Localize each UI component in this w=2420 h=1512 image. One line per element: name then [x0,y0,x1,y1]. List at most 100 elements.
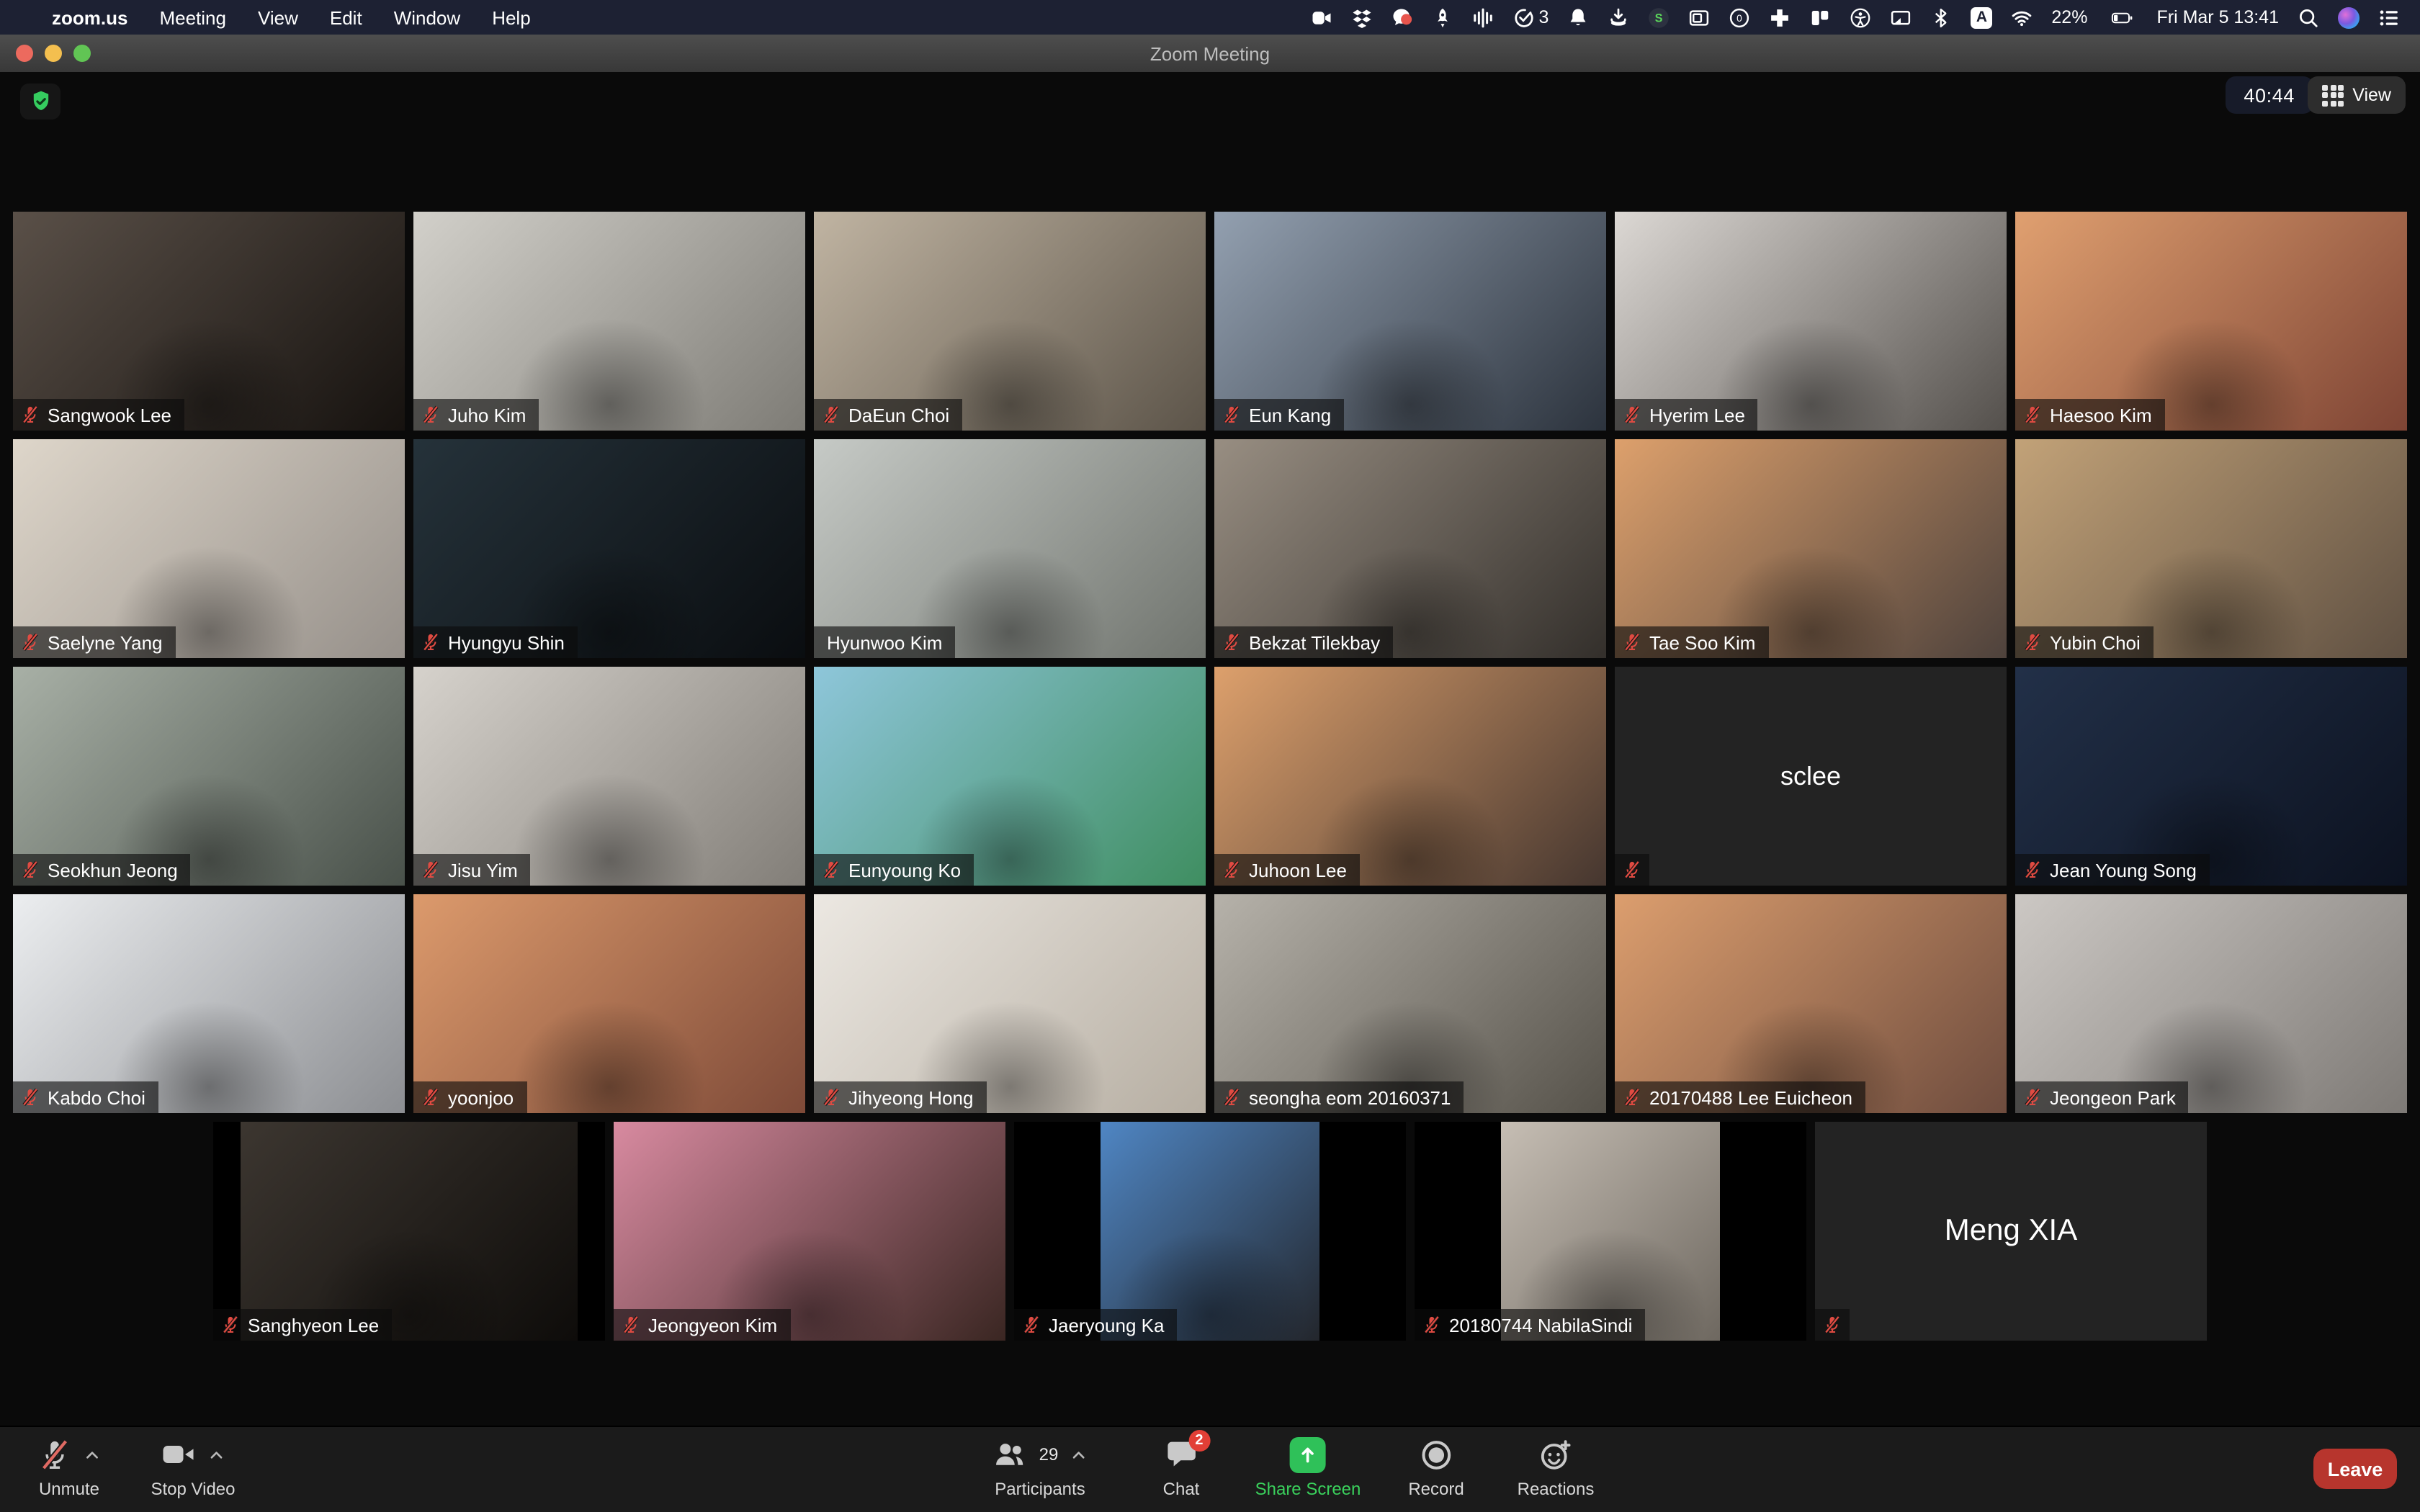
chat-notification-icon[interactable] [1392,6,1414,28]
participant-tile[interactable]: Seokhun Jeong [13,667,405,886]
shottr-icon[interactable]: S [1648,6,1670,28]
participant-name: Jeongyeon Kim [648,1314,777,1336]
participant-name: Eunyoung Ko [848,859,961,881]
dropbox-icon[interactable] [1352,6,1373,28]
participant-tile[interactable]: yoonjoo [413,894,805,1113]
menu-bar-left: zoom.us Meeting View Edit Window Help [20,6,531,28]
participant-tile[interactable]: Jeongeon Park [2015,894,2407,1113]
participant-tile[interactable]: Jihyeong Hong [814,894,1206,1113]
record-button[interactable]: Record [1408,1436,1464,1499]
muted-mic-icon [1622,405,1642,425]
audio-levels-icon[interactable] [1473,6,1494,28]
participant-tile[interactable]: Jean Young Song [2015,667,2407,886]
spotlight-icon[interactable] [2298,6,2319,28]
participant-name-pill: Haesoo Kim [2015,399,2165,431]
participant-name: Bekzat Tilekbay [1249,631,1380,653]
menu-item-meeting[interactable]: Meeting [159,6,226,28]
window-split-icon[interactable] [1809,6,1831,28]
check-circle-icon[interactable]: 3 [1513,6,1549,28]
menu-item-edit[interactable]: Edit [330,6,362,28]
screen-mirroring-icon[interactable] [1890,6,1912,28]
bell-icon[interactable] [1567,6,1589,28]
participant-tile[interactable]: Eunyoung Ko [814,667,1206,886]
participant-video [1101,1122,1320,1341]
bluetooth-icon[interactable] [1930,6,1952,28]
muted-mic-icon [421,860,441,880]
siri-icon[interactable] [2338,6,2360,28]
zero-circle-icon[interactable]: 0 [1729,6,1750,28]
participant-tile[interactable]: Sanghyeon Lee [213,1122,605,1341]
camera-icon[interactable] [1312,6,1333,28]
participant-name-pill: Bekzat Tilekbay [1214,626,1393,658]
participant-tile[interactable]: sclee [1615,667,2007,886]
participant-name: Seokhun Jeong [48,859,178,881]
stop-video-button[interactable]: Stop Video [151,1436,236,1499]
unmute-options-caret[interactable] [84,1446,100,1462]
share-screen-button[interactable]: Share Screen [1255,1436,1361,1499]
participant-video [2015,439,2407,658]
display-icon[interactable] [1688,6,1710,28]
gallery-grid-icon [2322,84,2344,106]
menu-item-view[interactable]: View [258,6,298,28]
participant-tile[interactable]: Hyerim Lee [1615,212,2007,431]
participant-tile[interactable]: Hyungyu Shin [413,439,805,658]
participant-tile[interactable]: 20180744 NabilaSindi [1415,1122,1806,1341]
participant-name-pill: Juho Kim [413,399,539,431]
participant-name: seongha eom 20160371 [1249,1086,1451,1108]
participant-tile[interactable]: Jisu Yim [413,667,805,886]
participants-button[interactable]: 29 Participants [993,1436,1088,1499]
participant-tile[interactable]: Juhoon Lee [1214,667,1606,886]
participant-tile[interactable]: DaEun Choi [814,212,1206,431]
participant-tile[interactable]: Kabdo Choi [13,894,405,1113]
download-icon[interactable] [1608,6,1629,28]
share-screen-label: Share Screen [1255,1479,1361,1499]
participant-tile[interactable]: Jaeryoung Ka [1014,1122,1406,1341]
rocket-icon[interactable] [1433,6,1454,28]
participant-tile[interactable]: 20170488 Lee Euicheon [1615,894,2007,1113]
participant-tile[interactable]: Jeongyeon Kim [614,1122,1005,1341]
participant-tile[interactable]: Haesoo Kim [2015,212,2407,431]
participants-icon [993,1438,1026,1471]
participant-tile[interactable]: Juho Kim [413,212,805,431]
menu-bar-clock[interactable]: Fri Mar 5 13:41 [2156,7,2279,27]
participant-name-pill: Jisu Yim [413,854,531,886]
participant-tile[interactable]: Bekzat Tilekbay [1214,439,1606,658]
zoom-window-button[interactable] [73,45,91,62]
menu-item-zoomus[interactable]: zoom.us [52,6,127,28]
minimize-window-button[interactable] [45,45,62,62]
participant-tile[interactable]: seongha eom 20160371 [1214,894,1606,1113]
muted-mic-icon [1622,632,1642,652]
muted-mic-icon [20,1087,40,1107]
participant-tile[interactable]: Yubin Choi [2015,439,2407,658]
wifi-icon[interactable] [2011,6,2033,28]
participant-name: Sanghyeon Lee [248,1314,379,1336]
participant-video [1615,894,2007,1113]
participant-tile[interactable]: Sangwook Lee [13,212,405,431]
participants-options-caret[interactable] [1071,1446,1087,1462]
participant-tile[interactable]: Saelyne Yang [13,439,405,658]
menu-item-help[interactable]: Help [492,6,531,28]
chat-button[interactable]: 2 Chat [1163,1436,1200,1499]
participant-name-pill: Sangwook Lee [13,399,184,431]
muted-mic-icon [821,860,841,880]
participant-video [1214,212,1606,431]
view-button[interactable]: View [2308,76,2406,114]
menu-bar-status-area: 3 S 0 A 22% Fri Mar 5 13:41 [1312,6,2401,28]
close-window-button[interactable] [16,45,33,62]
participant-name-pill: Jeongyeon Kim [614,1309,790,1341]
meeting-security-button[interactable] [20,84,60,120]
battery-icon[interactable] [2106,6,2138,28]
input-source-icon[interactable]: A [1971,6,1992,28]
participant-tile[interactable]: Meng XIA [1815,1122,2207,1341]
video-options-caret[interactable] [209,1446,225,1462]
menu-item-window[interactable]: Window [394,6,461,28]
control-center-icon[interactable] [2378,6,2400,28]
accessibility-icon[interactable] [1850,6,1871,28]
participant-tile[interactable]: Hyunwoo Kim [814,439,1206,658]
health-plus-icon[interactable] [1769,6,1791,28]
leave-button[interactable]: Leave [2313,1449,2397,1489]
reactions-button[interactable]: Reactions [1518,1436,1595,1499]
participant-tile[interactable]: Eun Kang [1214,212,1606,431]
participant-tile[interactable]: Tae Soo Kim [1615,439,2007,658]
unmute-button[interactable]: Unmute [38,1436,100,1499]
